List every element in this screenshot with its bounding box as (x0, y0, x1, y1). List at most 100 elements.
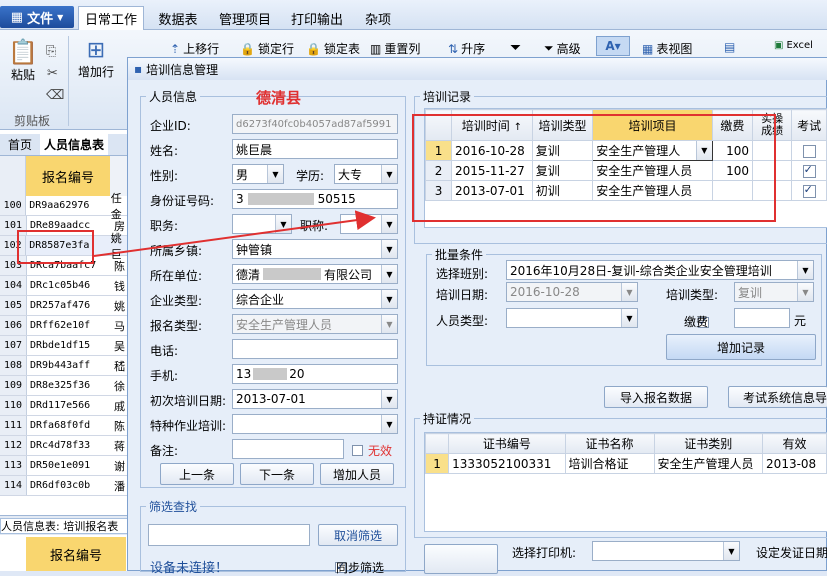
bottom-tab-strip[interactable]: 人员信息表: 培训报名表 (0, 518, 132, 534)
person-name-cell[interactable]: 吴 (112, 338, 125, 354)
tab-daily-work[interactable]: 日常工作 (78, 6, 144, 30)
person-name-cell[interactable]: 徐 (112, 378, 125, 394)
table-row[interactable]: 106 DRff62e10f 马 (0, 316, 132, 336)
registration-code[interactable]: DR50e1e091 (27, 460, 112, 471)
bottom-column-header[interactable]: 报名编号 (26, 537, 126, 571)
prev-button[interactable]: 上一条 (160, 463, 234, 485)
header-cert-no[interactable]: 证书编号 (448, 433, 566, 454)
person-name-cell[interactable]: 陈 (112, 418, 125, 434)
person-name-cell[interactable]: 陈 (112, 258, 125, 274)
job-select[interactable]: ▼ (232, 214, 292, 234)
exam-checkbox[interactable] (802, 183, 816, 198)
next-button[interactable]: 下一条 (240, 463, 314, 485)
table-row[interactable]: 113 DR50e1e091 谢 (0, 456, 132, 476)
exam-system-info-button[interactable]: 考试系统信息导 (728, 386, 827, 408)
exam-cell[interactable] (791, 160, 827, 181)
lock-row-button[interactable]: 🔒 锁定行 (240, 40, 294, 57)
first-training-date-picker[interactable]: 2013-07-01 ▼ (232, 389, 398, 409)
header-cert-valid[interactable]: 有效 (762, 433, 827, 454)
person-name-cell[interactable]: 马 (112, 318, 125, 334)
special-training-select[interactable]: ▼ (232, 414, 398, 434)
batch-type-select[interactable]: 复训 ▼ (734, 282, 814, 302)
table-row[interactable]: 110 DRd117e566 戚 (0, 396, 132, 416)
tab-data-table[interactable]: 数据表 (148, 6, 208, 30)
move-up-button[interactable]: ⇡ 上移行 (170, 40, 219, 57)
paste-button[interactable]: 📋 粘贴 (8, 38, 38, 98)
phone-field[interactable] (232, 339, 398, 359)
cert-name-cell[interactable]: 培训合格证 (564, 453, 655, 474)
reg-type-select[interactable]: 安全生产管理人员 ▼ (232, 314, 398, 334)
exam-checkbox[interactable] (802, 144, 816, 158)
registration-code[interactable]: DR9aa62976 (26, 200, 108, 211)
registration-code[interactable]: DRbde1df15 (27, 340, 112, 351)
unit-select[interactable]: 德清 有限公司 ▼ (232, 264, 398, 284)
filter-button[interactable]: ⏷ (510, 40, 521, 56)
registration-code[interactable]: DR9b443aff (27, 360, 112, 371)
tab-misc[interactable]: 杂项 (356, 6, 400, 30)
tab-manage-project[interactable]: 管理项目 (212, 6, 278, 30)
reset-col-button[interactable]: ▥ 重置列 (370, 40, 420, 57)
invalid-checkbox[interactable] (352, 445, 363, 456)
name-field[interactable]: 姚巨晨 (232, 139, 398, 159)
person-name-cell[interactable]: 姚 (112, 298, 125, 314)
person-type-select[interactable]: ▼ (506, 308, 638, 328)
cert-valid-cell[interactable]: 2013-08 (762, 453, 827, 474)
table-row[interactable]: 112 DRc4d78f33 蒋 (0, 436, 132, 456)
registration-code[interactable]: DRc4d78f33 (27, 440, 112, 451)
person-name-cell[interactable]: 谢 (112, 458, 125, 474)
table-row[interactable]: 1 1333052100331 培训合格证 安全生产管理人员 2013-08 (425, 453, 827, 474)
add-row-button[interactable]: ⊞ 增加行 (76, 38, 116, 98)
cert-no-cell[interactable]: 1333052100331 (448, 453, 566, 474)
note-field[interactable] (232, 439, 344, 459)
table-row[interactable]: 111 DRfa68f0fd 陈 (0, 416, 132, 436)
enterprise-type-select[interactable]: 综合企业 ▼ (232, 289, 398, 309)
column-header[interactable]: 报名编号 (26, 156, 110, 196)
font-button[interactable]: A▾ (596, 36, 630, 56)
person-name-cell[interactable]: 蒋 (112, 438, 125, 454)
add-record-button[interactable]: 增加记录 (666, 334, 816, 360)
header-exam[interactable]: 考试 (791, 109, 827, 141)
town-select[interactable]: 钟管镇 ▼ (232, 239, 398, 259)
copy-icon[interactable]: ⎘ (46, 44, 56, 59)
import-registration-button[interactable]: 导入报名数据 (604, 386, 708, 408)
registration-code[interactable]: DRd117e566 (27, 400, 112, 411)
table-row[interactable]: 107 DRbde1df15 吴 (0, 336, 132, 356)
lock-table-button[interactable]: 🔒 锁定表 (306, 40, 360, 57)
excel-button[interactable]: ▣ Excel (774, 40, 813, 51)
advanced-filter-button[interactable]: ⏷ 高级 (544, 40, 581, 57)
enterprise-id-field[interactable]: d6273f40fc0b4057ad87af5991 (232, 114, 398, 134)
registration-code[interactable]: DRc1c05b46 (27, 280, 112, 291)
id-number-field[interactable]: 3 50515 (232, 189, 398, 209)
person-name-cell[interactable]: 嵇 (112, 358, 125, 374)
table-view-button[interactable]: ▦ 表视图 (642, 40, 692, 57)
title-select[interactable]: ▼ (340, 214, 398, 234)
edu-select[interactable]: 大专 ▼ (334, 164, 398, 184)
eraser-icon[interactable]: ⌫ (46, 88, 64, 103)
tab-people-info[interactable]: 人员信息表 (40, 134, 109, 155)
registration-code[interactable]: DR8e325f36 (27, 380, 112, 391)
mobile-field[interactable]: 13 20 (232, 364, 398, 384)
registration-code[interactable]: DRff62e10f (27, 320, 112, 331)
add-person-button[interactable]: 增加人员 (320, 463, 394, 485)
filter-input[interactable] (148, 524, 310, 546)
registration-code[interactable]: DR257af476 (27, 300, 112, 311)
tab-home[interactable]: 首页 (0, 136, 40, 153)
table-row[interactable]: 114 DR6df03c0b 潘 (0, 476, 132, 496)
registration-code[interactable]: DRfa68f0fd (27, 420, 112, 431)
print-button[interactable] (424, 544, 498, 574)
fee-amount-field[interactable] (734, 308, 790, 328)
exam-cell[interactable] (791, 180, 827, 201)
person-name-cell[interactable]: 潘 (112, 478, 125, 494)
header-cert-category[interactable]: 证书类别 (653, 433, 764, 454)
printer-select[interactable]: ▼ (592, 541, 740, 561)
cut-icon[interactable]: ✂ (47, 66, 58, 81)
table-row[interactable]: 109 DR8e325f36 徐 (0, 376, 132, 396)
exam-checkbox[interactable] (802, 163, 816, 178)
gender-select[interactable]: 男 ▼ (232, 164, 284, 184)
tab-print-output[interactable]: 打印输出 (284, 6, 350, 30)
form-view-button[interactable]: ▤ (724, 40, 735, 54)
header-cert-name[interactable]: 证书名称 (564, 433, 655, 454)
batch-date-picker[interactable]: 2016-10-28 ▼ (506, 282, 638, 302)
class-select[interactable]: 2016年10月28日-复训-综合类企业安全管理培训 ▼ (506, 260, 814, 280)
cert-category-cell[interactable]: 安全生产管理人员 (653, 453, 764, 474)
